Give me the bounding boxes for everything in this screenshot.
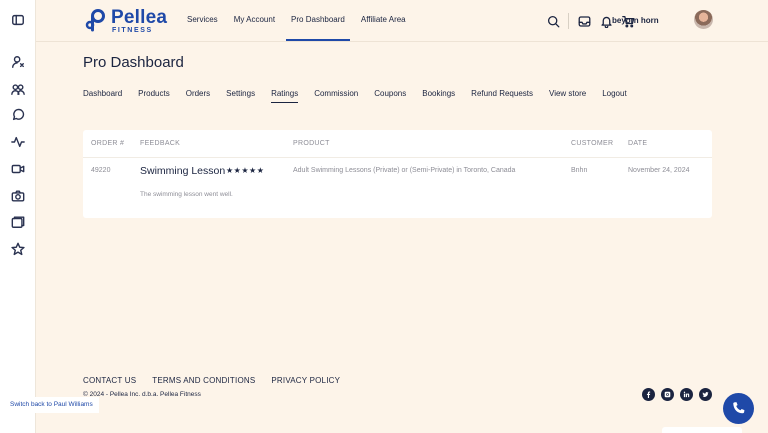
header-divider [568,13,569,29]
facebook-icon[interactable] [642,388,655,401]
users-icon[interactable] [11,82,25,96]
page-title: Pro Dashboard [83,54,184,71]
avatar[interactable] [694,10,713,29]
footer-links: CONTACT US TERMS AND CONDITIONS PRIVACY … [83,376,356,385]
tab-coupons[interactable]: Coupons [374,89,406,103]
column-header-customer: CUSTOMER [571,140,614,147]
feedback-title: Swimming Lesson [140,165,226,177]
phone-icon [733,402,745,414]
star-icon[interactable] [11,242,25,256]
folders-icon[interactable] [11,215,25,229]
chat-icon[interactable] [11,108,25,122]
inbox-icon[interactable] [577,14,591,28]
linkedin-icon[interactable] [680,388,693,401]
video-icon[interactable] [11,162,25,176]
main-nav: Services My Account Pro Dashboard Affili… [187,0,422,41]
footer-privacy[interactable]: PRIVACY POLICY [271,376,340,385]
user-name[interactable]: beyorn horn [612,16,659,25]
switch-back-link[interactable]: Switch back to Paul Williams [4,397,99,413]
rating-date: November 24, 2024 [628,167,690,174]
column-header-date: DATE [628,140,648,147]
pellea-logo[interactable]: Pellea FITNESS [84,7,174,35]
table-header-divider [83,157,712,158]
tab-settings[interactable]: Settings [226,89,255,103]
nav-services[interactable]: Services [187,0,218,41]
pellea-logo-mark-icon [85,9,105,32]
tab-products[interactable]: Products [138,89,170,103]
nav-my-account[interactable]: My Account [234,0,275,41]
column-header-product: PRODUCT [293,140,330,147]
nav-affiliate-area[interactable]: Affiliate Area [361,0,406,41]
footer-contact-us[interactable]: CONTACT US [83,376,136,385]
twitter-icon[interactable] [699,388,712,401]
left-sidebar [0,0,36,433]
tab-logout[interactable]: Logout [602,89,626,103]
dashboard-tabs: Dashboard Products Orders Settings Ratin… [83,89,643,103]
tab-dashboard[interactable]: Dashboard [83,89,122,103]
social-links [642,388,718,401]
camera-icon[interactable] [11,189,25,203]
activity-icon[interactable] [11,135,25,149]
tab-refund-requests[interactable]: Refund Requests [471,89,533,103]
header-divider-line [36,41,768,42]
instagram-icon[interactable] [661,388,674,401]
feedback-text: The swimming lesson went well. [140,191,233,198]
sidebar-toggle-icon[interactable] [11,13,25,27]
tab-commission[interactable]: Commission [314,89,358,103]
customer-name: Bnhn [571,167,588,174]
user-icon[interactable] [11,55,25,69]
tab-ratings[interactable]: Ratings [271,89,299,103]
ratings-table: ORDER # FEEDBACK PRODUCT CUSTOMER DATE 4… [83,130,712,218]
copyright-text: © 2024 - Pellea Inc. d.b.a. Pellea Fitne… [83,391,201,398]
chat-widget-edge [662,427,742,433]
tab-view-store[interactable]: View store [549,89,586,103]
logo-subtitle: FITNESS [112,27,153,34]
rating-stars: ★★★★★ [226,166,265,175]
tab-bookings[interactable]: Bookings [422,89,455,103]
tab-orders[interactable]: Orders [186,89,210,103]
product-name[interactable]: Adult Swimming Lessons (Private) or (Sem… [293,167,515,174]
search-icon[interactable] [546,14,560,28]
bell-icon[interactable] [599,14,613,28]
column-header-feedback: FEEDBACK [140,140,181,147]
order-number[interactable]: 49220 [91,167,110,174]
column-header-order: ORDER # [91,140,125,147]
logo-name: Pellea [111,7,168,28]
nav-pro-dashboard[interactable]: Pro Dashboard [286,0,350,41]
call-button[interactable] [723,393,754,424]
footer-terms[interactable]: TERMS AND CONDITIONS [152,376,255,385]
